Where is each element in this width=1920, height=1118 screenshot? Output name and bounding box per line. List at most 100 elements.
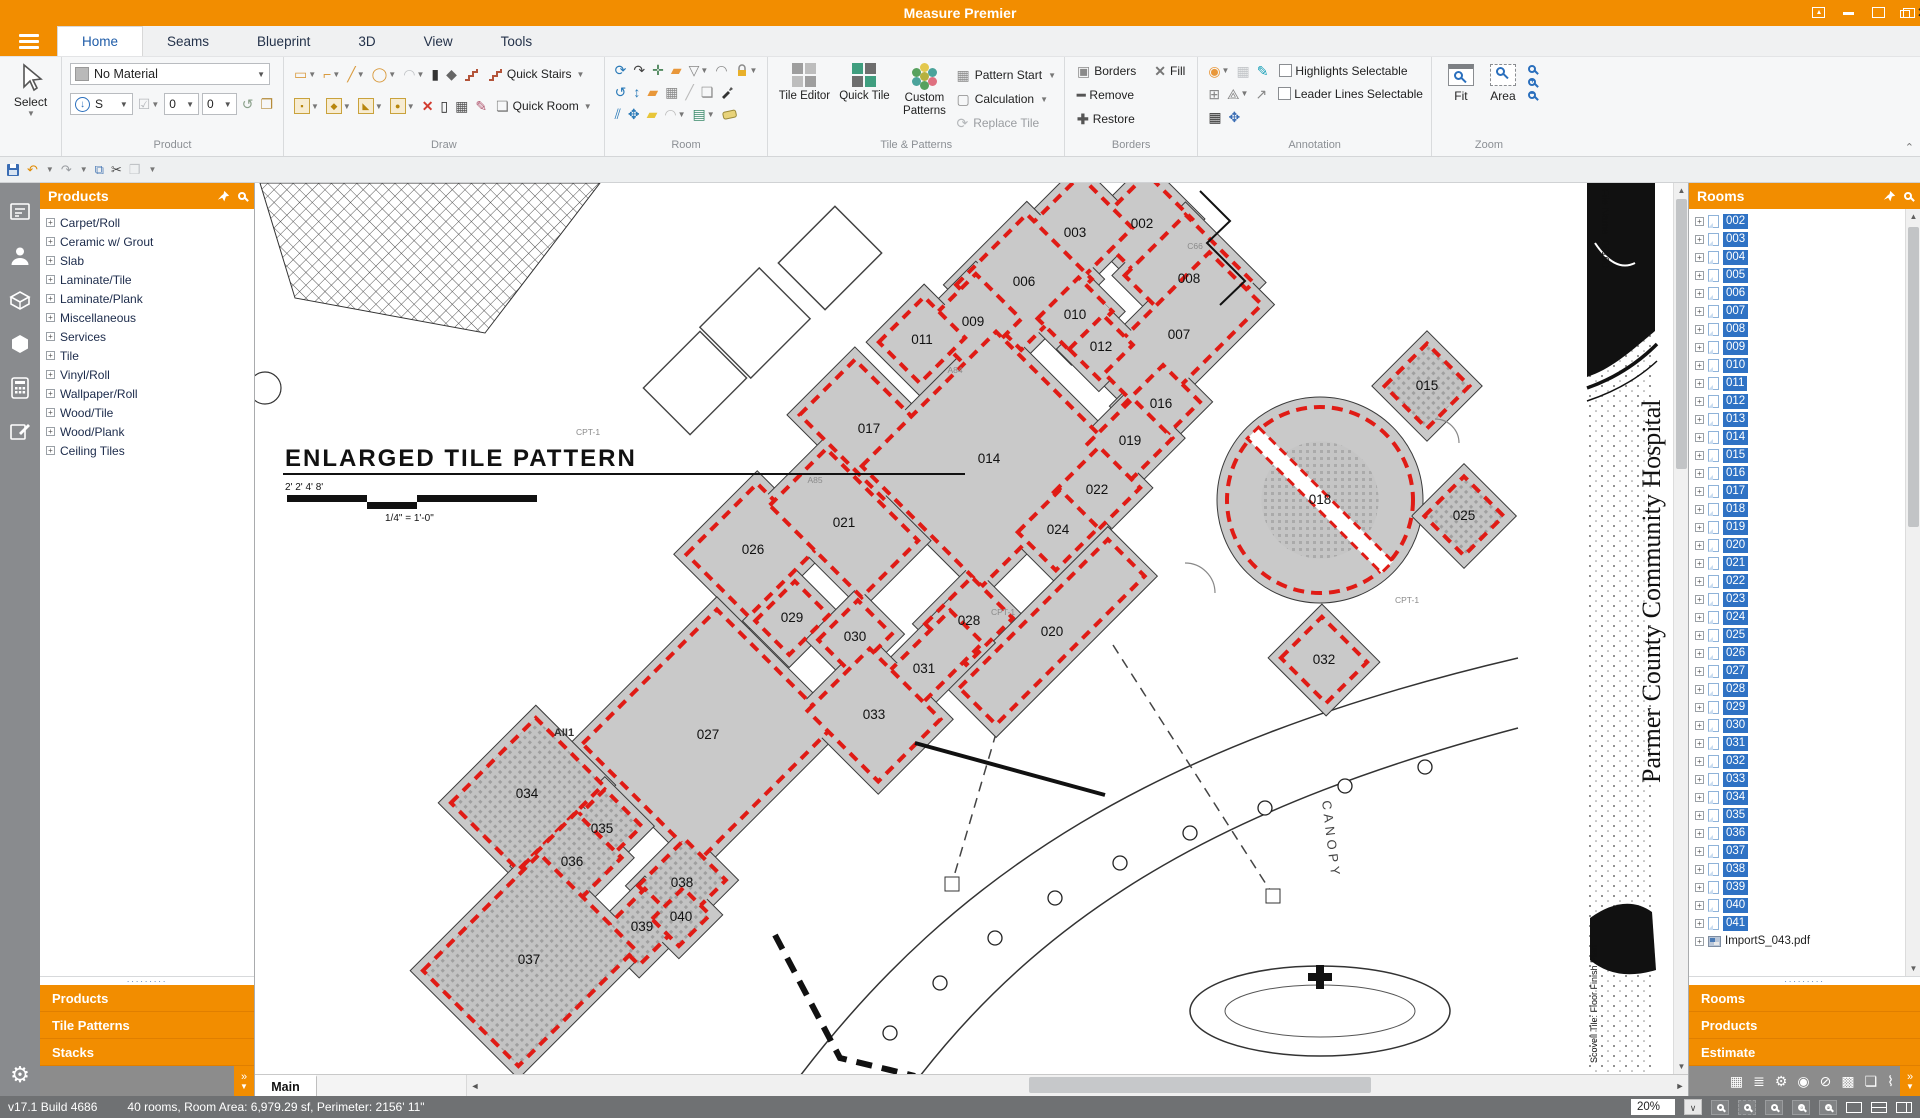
room-list-item[interactable]: +035: [1695, 806, 1920, 824]
move-all-icon[interactable]: ✥: [626, 106, 642, 122]
zoom-in-icon[interactable]: +: [1792, 1100, 1810, 1115]
expand-icon[interactable]: +: [1695, 775, 1704, 784]
copy-icon[interactable]: ⧉: [95, 163, 104, 176]
expand-icon[interactable]: +: [1695, 379, 1704, 388]
pin-window-icon[interactable]: [1810, 6, 1826, 20]
doc-tab-main[interactable]: Main: [255, 1075, 317, 1096]
highlight-room-icon[interactable]: ▰: [645, 106, 660, 122]
expand-icon[interactable]: +: [1695, 667, 1704, 676]
product-category-item[interactable]: +Tile: [46, 346, 254, 365]
import-list-item[interactable]: +ImportS_043.pdf: [1695, 932, 1920, 950]
expand-icon[interactable]: +: [1695, 865, 1704, 874]
room-square-tool[interactable]: ▪▼: [292, 97, 321, 115]
replace-tile-button[interactable]: ⟳Replace Tile: [956, 111, 1056, 135]
expand-icon[interactable]: +: [1695, 847, 1704, 856]
expand-icon[interactable]: +: [1695, 739, 1704, 748]
tab-view[interactable]: View: [400, 26, 477, 56]
expand-buttons-chevron[interactable]: »▼: [1900, 1066, 1920, 1096]
scroll-down-icon[interactable]: ▼: [1674, 1059, 1688, 1074]
room-list-item[interactable]: +041: [1695, 914, 1920, 932]
calculator-icon[interactable]: ▦: [453, 98, 470, 114]
expand-icon[interactable]: +: [1695, 253, 1704, 262]
expand-icon[interactable]: +: [1695, 703, 1704, 712]
room-triangle-tool[interactable]: ◣▼: [356, 97, 385, 115]
room-list-item[interactable]: +028: [1695, 680, 1920, 698]
arc-edit-icon[interactable]: ◠: [713, 62, 729, 78]
room-list-item[interactable]: +037: [1695, 842, 1920, 860]
borders-button[interactable]: ▣Borders: [1073, 62, 1140, 80]
room-list-item[interactable]: +014: [1695, 428, 1920, 446]
tab-home[interactable]: Home: [57, 26, 143, 56]
room-list-item[interactable]: +016: [1695, 464, 1920, 482]
room-list-item[interactable]: +040: [1695, 896, 1920, 914]
expand-icon[interactable]: +: [46, 351, 55, 360]
pages-icon[interactable]: ❏: [1865, 1073, 1878, 1090]
footer-button-products[interactable]: Products: [40, 985, 254, 1012]
room-list-item[interactable]: +005: [1695, 266, 1920, 284]
hamburger-menu-icon[interactable]: [0, 26, 57, 56]
room-list-item[interactable]: +032: [1695, 752, 1920, 770]
line-tool[interactable]: ╱▼: [345, 66, 366, 82]
room-list-item[interactable]: +004: [1695, 248, 1920, 266]
move-cross-icon[interactable]: ✥: [1227, 109, 1243, 125]
ellipse-tool[interactable]: ◯▼: [370, 66, 399, 82]
paste-icon[interactable]: ❒: [129, 163, 141, 176]
leader-icon[interactable]: ⌇: [1887, 1073, 1894, 1090]
expand-icon[interactable]: +: [46, 237, 55, 246]
expand-icon[interactable]: +: [1695, 559, 1704, 568]
calc-annotation-icon[interactable]: ▦: [1234, 63, 1251, 79]
room-list-item[interactable]: +033: [1695, 770, 1920, 788]
product-category-item[interactable]: +Services: [46, 327, 254, 346]
shape-annotation-icon[interactable]: ⟁▼: [1225, 86, 1250, 102]
minimize-button[interactable]: [1840, 6, 1856, 20]
tab-seams[interactable]: Seams: [143, 26, 233, 56]
zoom-out-icon[interactable]: −: [1819, 1100, 1837, 1115]
expand-icon[interactable]: +: [46, 294, 55, 303]
legend-grid-icon[interactable]: ▦: [1206, 109, 1223, 125]
merge-rooms-icon[interactable]: ▰: [669, 62, 684, 78]
room-list-item[interactable]: +010: [1695, 356, 1920, 374]
sort-combobox[interactable]: ↓ S ▼: [70, 93, 133, 115]
expand-icon[interactable]: +: [1695, 397, 1704, 406]
scroll-left-icon[interactable]: ◄: [467, 1075, 483, 1096]
room-list-item[interactable]: +039: [1695, 878, 1920, 896]
material-combobox[interactable]: No Material ▼: [70, 63, 270, 85]
notes-edit-icon[interactable]: [9, 421, 31, 443]
room-list-item[interactable]: +008: [1695, 320, 1920, 338]
expand-icon[interactable]: +: [1695, 361, 1704, 370]
undo-icon[interactable]: ↶: [27, 163, 38, 176]
expand-icon[interactable]: +: [1695, 469, 1704, 478]
arc-gray-icon[interactable]: ◠▼: [662, 106, 687, 122]
expand-icon[interactable]: +: [1695, 541, 1704, 550]
split-vertical-icon[interactable]: [1896, 1102, 1912, 1113]
floorplan-canvas[interactable]: CANOPY 002003006008009010007011012016015…: [255, 183, 1688, 1074]
rectangle-tool[interactable]: ▭▼: [292, 66, 318, 82]
expand-icon[interactable]: +: [46, 275, 55, 284]
pattern-icon[interactable]: ▩: [1841, 1073, 1854, 1090]
lock-icon[interactable]: ▼: [733, 62, 760, 79]
value1-spinner[interactable]: 0▼: [164, 93, 199, 115]
expand-icon[interactable]: +: [1695, 883, 1704, 892]
tab-blueprint[interactable]: Blueprint: [233, 26, 334, 56]
pin-icon[interactable]: [1883, 190, 1896, 203]
room-list-item[interactable]: +011: [1695, 374, 1920, 392]
room-list-item[interactable]: +018: [1695, 500, 1920, 518]
expand-icon[interactable]: +: [1695, 793, 1704, 802]
collapse-ribbon-icon[interactable]: ⌃: [1905, 141, 1914, 154]
expand-icon[interactable]: +: [1695, 217, 1704, 226]
filter-icon[interactable]: ▽▼: [687, 62, 711, 78]
room-list-item[interactable]: +025: [1695, 626, 1920, 644]
label-dot-icon[interactable]: ◉▼: [1206, 63, 1231, 79]
product-category-item[interactable]: +Miscellaneous: [46, 308, 254, 327]
expand-icon[interactable]: +: [46, 370, 55, 379]
scroll-right-icon[interactable]: ►: [1672, 1075, 1688, 1096]
zoom-area-button[interactable]: Area: [1482, 61, 1524, 139]
expand-icon[interactable]: +: [1695, 577, 1704, 586]
expand-icon[interactable]: +: [1695, 757, 1704, 766]
move-vertical-icon[interactable]: ↕: [631, 84, 642, 100]
settings-gear-icon[interactable]: ⚙: [10, 1062, 30, 1088]
zoom-selected-icon[interactable]: [1528, 65, 1536, 73]
blueprint-icon[interactable]: [8, 201, 32, 223]
quick-room-button[interactable]: ❏ Quick Room▼: [492, 97, 596, 115]
undo-dropdown[interactable]: ▼: [46, 165, 54, 174]
